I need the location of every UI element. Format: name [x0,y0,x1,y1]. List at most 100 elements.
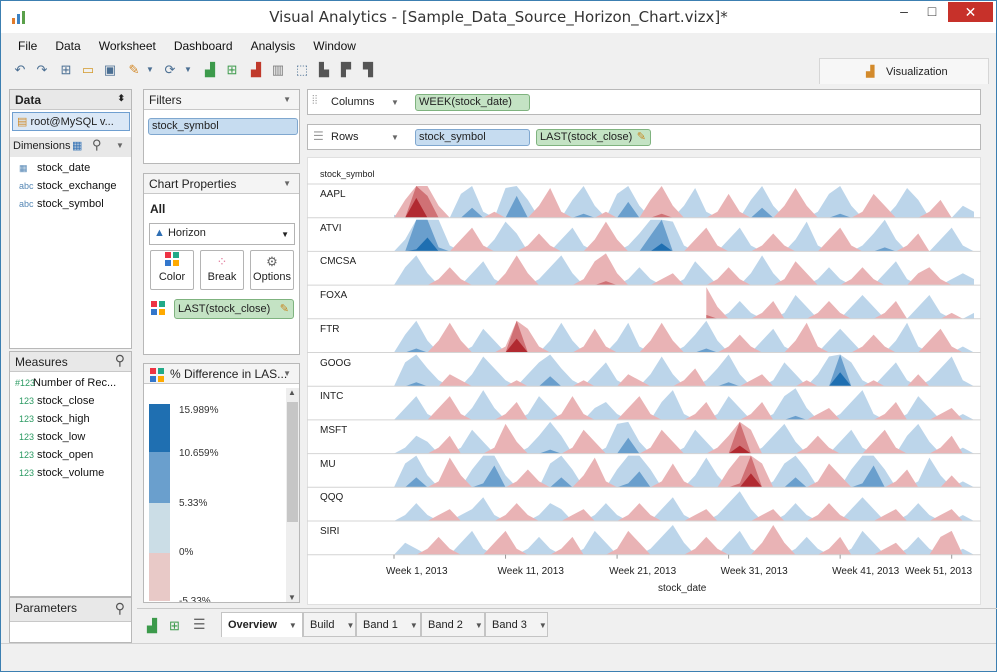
redo-icon[interactable]: ↷ [33,60,51,80]
search-icon[interactable]: ⚲ [115,352,125,369]
options-button[interactable]: ⚙ Options [250,250,294,290]
menu-analysis[interactable]: Analysis [242,37,305,55]
horizon-chart-icon: ▲ [154,227,165,239]
menu-dashboard[interactable]: Dashboard [165,37,242,55]
legend-swatch [149,452,170,503]
columns-pill[interactable]: WEEK(stock_date) [415,94,530,111]
dimension-item[interactable]: ▦ stock_date [19,162,90,174]
legend-swatch [149,503,170,553]
refresh-icon[interactable]: ⟳ [161,60,179,80]
menu-data[interactable]: Data [46,37,89,55]
x-tick-label: Week 51, 2013 [905,566,973,577]
date-icon: ▦ [19,163,28,173]
tab-overview[interactable]: Overview ▼ [221,612,303,637]
database-icon: ▤ [17,116,28,128]
tab-band-1[interactable]: Band 1 ▼ [356,612,421,637]
chevron-down-icon[interactable]: ▼ [179,60,197,80]
open-icon[interactable]: ▭ [79,60,97,80]
measure-item[interactable]: 123 stock_high [19,413,90,425]
app-window: Visual Analytics - [Sample_Data_Source_H… [0,0,997,672]
color-field-pill[interactable]: LAST(stock_close) ✎ [174,299,294,319]
add-sheet-icon[interactable]: ▟ [147,618,157,634]
sort-asc-icon[interactable]: ▙ [315,60,333,80]
legend-label: -5.33% [179,596,211,602]
menu-bar: File Data Worksheet Dashboard Analysis Window [9,37,365,57]
visualization-tab[interactable]: ▟ Visualization [819,58,989,84]
dimension-item[interactable]: abc stock_exchange [19,180,117,192]
save-icon[interactable]: ▣ [101,60,119,80]
horizon-row [307,217,981,252]
parameters-panel: Parameters ⚲ [9,597,132,643]
delete-chart-icon[interactable]: ▟ [247,60,265,80]
search-icon[interactable]: ⚲ [115,600,125,617]
chevron-down-icon[interactable]: ▼ [391,98,399,107]
measure-item[interactable]: 123 stock_low [19,431,85,443]
chevron-down-icon[interactable]: ▼ [116,141,124,150]
break-button[interactable]: ⁘ Break [200,250,244,290]
menu-file[interactable]: File [9,37,46,55]
legend-swatch [149,404,170,452]
measure-item[interactable]: #123Number of Rec... [15,377,116,389]
rows-shelf[interactable]: ☰ Rows ▼ stock_symbol LAST(stock_close) ✎ [307,124,981,150]
filters-header: Filters ▼ [144,90,299,110]
edit-icon: ✎ [279,303,289,315]
add-chart-icon[interactable]: ▟ [201,60,219,80]
measure-item[interactable]: 123 stock_open [19,449,93,461]
chevron-down-icon: ▼ [281,230,289,239]
legend-swatch [149,553,170,601]
color-icon [151,301,165,318]
measure-item[interactable]: 123 stock_volume [19,467,104,479]
maximize-button[interactable]: □ [918,2,946,22]
dimension-item[interactable]: abc stock_symbol [19,198,104,210]
legend-label: 5.33% [179,498,208,509]
chart-type-icon[interactable]: ▥ [269,60,287,80]
columns-icon: ⦙⦙ [312,93,318,107]
horizon-row [307,284,981,319]
sort-icon[interactable]: ⬍ [117,93,125,104]
horizon-row [307,352,981,387]
chevron-down-icon[interactable]: ▼ [391,133,399,142]
chevron-down-icon[interactable]: ▼ [141,60,159,80]
legend-label: 0% [179,547,194,558]
x-axis-title: stock_date [658,583,707,594]
window-title: Visual Analytics - [Sample_Data_Source_H… [269,8,728,26]
add-grid-icon[interactable]: ⊞ [223,60,241,80]
undo-icon[interactable]: ↶ [11,60,29,80]
chevron-down-icon[interactable]: ▼ [283,179,291,188]
menu-worksheet[interactable]: Worksheet [90,37,165,55]
parameters-header: Parameters ⚲ [10,598,131,622]
sheet-list-icon[interactable]: ☰ [193,616,206,633]
select-icon[interactable]: ⬚ [293,60,311,80]
chevron-down-icon[interactable]: ▼ [283,95,291,104]
align-icon[interactable]: ▜ [359,60,377,80]
measures-header: Measures ⚲ [10,352,131,372]
search-icon[interactable]: ⚲ [92,137,102,153]
data-source-selector[interactable]: ▤ root@MySQL v... [12,112,130,131]
rows-pill[interactable]: stock_symbol [415,129,530,146]
legend-scrollbar[interactable]: ▲ ▼ [286,388,299,602]
measure-item[interactable]: 123 stock_close [19,395,94,407]
close-button[interactable]: ✕ [948,2,993,22]
sort-desc-icon[interactable]: ▛ [337,60,355,80]
chart-type-select[interactable]: ▲ Horizon ▼ [149,223,295,245]
data-panel: Data ⬍ ▤ root@MySQL v... Dimensions ▦ ⚲ ▼ ▦ s… [9,89,132,349]
columns-shelf[interactable]: ⦙⦙ Columns ▼ WEEK(stock_date) [307,89,981,115]
color-button[interactable]: Color [150,250,194,290]
properties-scope-label: All [150,202,166,216]
menu-window[interactable]: Window [304,37,365,55]
x-tick-label: Week 1, 2013 [386,566,448,577]
x-tick-label: Week 11, 2013 [497,566,564,577]
chevron-down-icon[interactable]: ▼ [283,369,291,378]
add-dashboard-icon[interactable]: ⊞ [169,618,180,634]
rows-pill[interactable]: LAST(stock_close) ✎ [536,129,651,146]
tab-band-3[interactable]: Band 3 ▼ [485,612,548,637]
new-icon[interactable]: ⊞ [57,60,75,80]
filters-panel: Filters ▼ stock_symbol [143,89,300,164]
tab-band-2[interactable]: Band 2 ▼ [421,612,485,637]
minimize-button[interactable]: – [890,2,918,22]
table-icon[interactable]: ▦ [72,139,82,152]
filter-pill[interactable]: stock_symbol [148,118,298,135]
x-tick-label: Week 41, 2013 [832,566,900,577]
tab-build[interactable]: Build ▼ [303,612,356,637]
x-tick-label: Week 21, 2013 [609,566,677,577]
